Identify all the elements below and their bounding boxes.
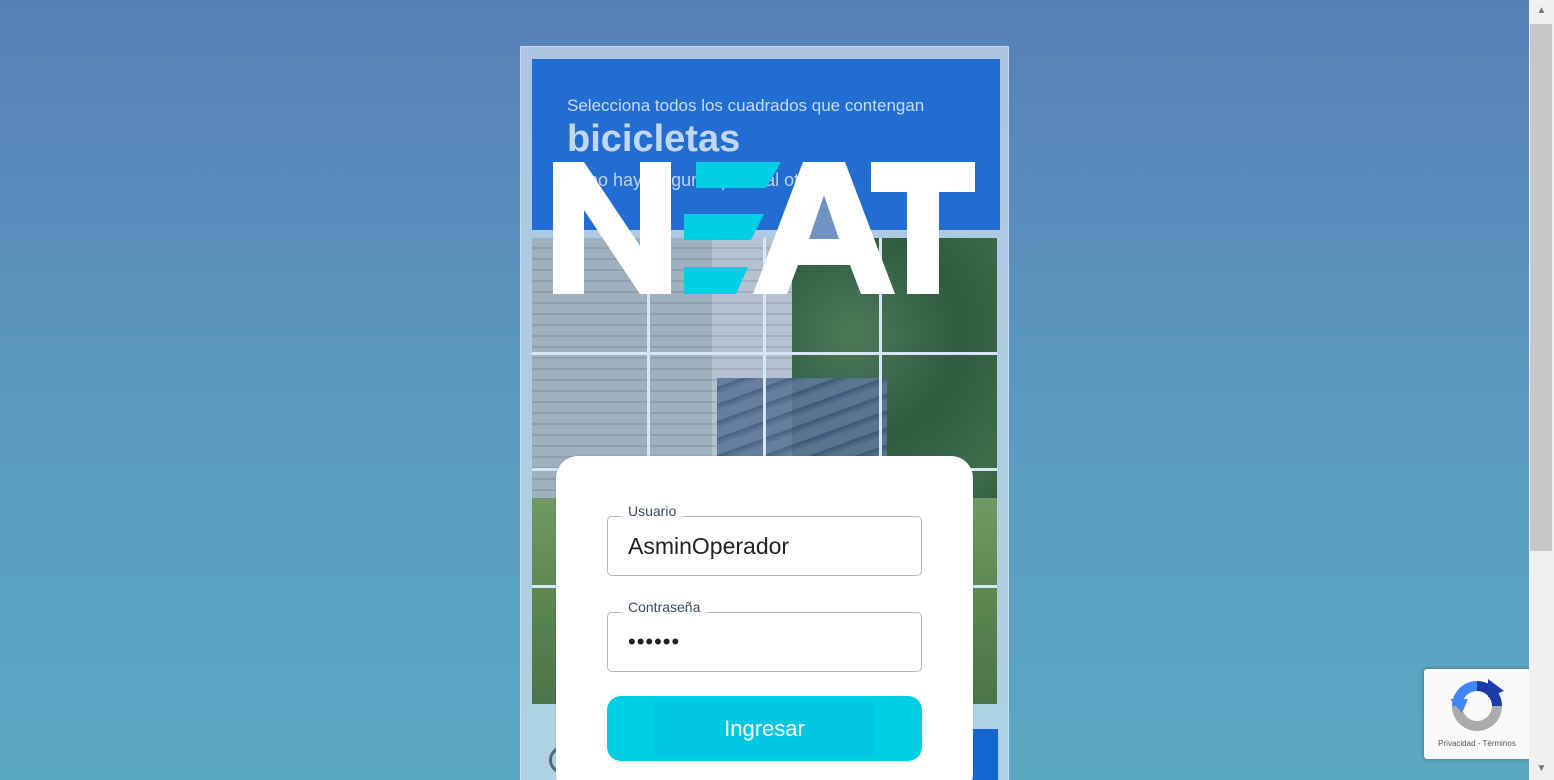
captcha-grid-line [532,352,997,355]
scrollbar-thumb[interactable] [1530,24,1552,551]
login-button-label: Ingresar [724,715,805,741]
neat-logo [553,162,975,294]
logo-letter-n [553,162,671,294]
scroll-down-arrow-icon[interactable]: ▼ [1529,758,1554,780]
login-button[interactable]: Ingresar [607,696,922,761]
scroll-up-arrow-icon[interactable]: ▲ [1529,0,1554,22]
recaptcha-icon [1450,679,1504,731]
logo-e-bar-top [696,162,781,188]
vertical-scrollbar[interactable]: ▲ ▼ [1529,0,1554,780]
login-card: Usuario Contraseña Ingresar [556,456,973,780]
captcha-instruction: Selecciona todos los cuadrados que conte… [567,96,925,115]
logo-e-bar-middle [684,214,764,240]
recaptcha-links[interactable]: Privacidad - Términos [1424,739,1530,748]
password-field[interactable]: Contraseña [607,599,922,672]
logo-e-bar-bottom [684,267,748,294]
password-input[interactable] [608,613,921,671]
recaptcha-badge[interactable]: Privacidad - Términos [1424,669,1532,759]
username-input[interactable] [608,517,921,575]
username-field[interactable]: Usuario [607,503,922,576]
captcha-object: bicicletas [567,118,741,160]
